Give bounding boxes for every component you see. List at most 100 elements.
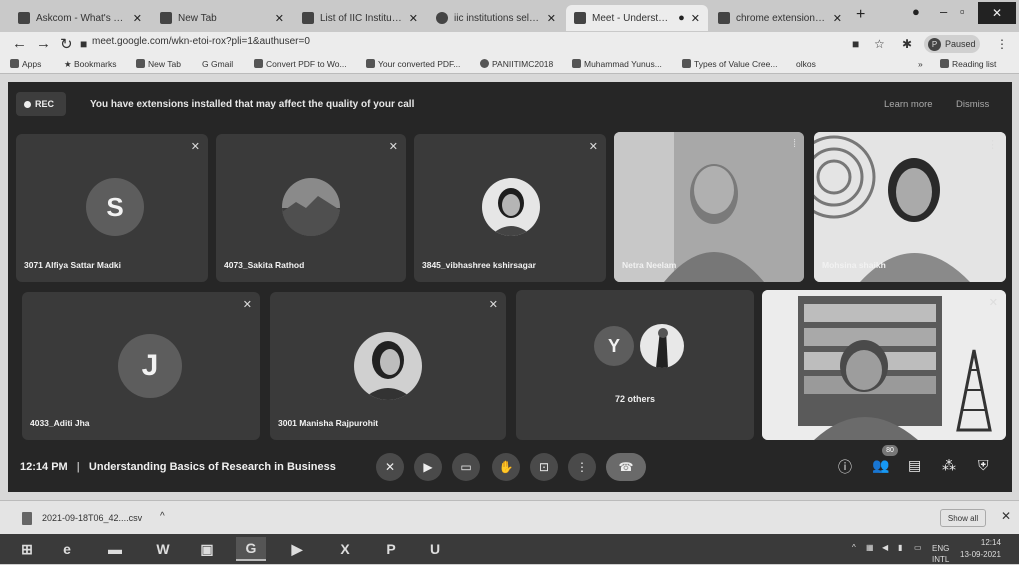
info-icon[interactable]: ⓘ: [838, 457, 852, 477]
windows-start-icon[interactable]: ⊞: [12, 537, 42, 561]
tab-askcom[interactable]: Askcom - What's Your ✕: [10, 5, 150, 31]
file-icon: [22, 512, 32, 525]
bookmark-value-cree[interactable]: Types of Value Cree...: [682, 59, 777, 69]
avatar: [640, 324, 684, 368]
close-icon[interactable]: ✕: [275, 12, 284, 25]
globe-icon: [480, 59, 489, 68]
menu-icon[interactable]: ⋮: [996, 37, 1008, 51]
window-close-icon[interactable]: ✕: [978, 2, 1016, 24]
participant-tile[interactable]: ⋮ Mohsina shaikh: [814, 132, 1006, 282]
tab-chrome-extension[interactable]: chrome extension//ac ✕: [710, 5, 850, 31]
close-icon[interactable]: ✕: [547, 12, 556, 25]
bookmark-paniitimc[interactable]: PANIITIMC2018: [480, 59, 553, 69]
back-icon[interactable]: ←: [12, 35, 27, 52]
participant-tile[interactable]: ✕ 4073_Sakita Rathod: [216, 134, 406, 282]
maximize-icon[interactable]: ▫: [960, 4, 965, 19]
raise-hand-button[interactable]: ✋: [492, 453, 520, 481]
dismiss-button[interactable]: Dismiss: [956, 99, 989, 110]
minimize-icon[interactable]: –: [940, 4, 947, 19]
reading-list[interactable]: Reading list: [940, 59, 996, 69]
chat-icon[interactable]: ▤: [908, 457, 921, 474]
extensions-icon[interactable]: ✱: [902, 37, 912, 51]
participant-tile[interactable]: ⁞ Netra Neelam: [614, 132, 804, 282]
activities-icon[interactable]: ⁂: [942, 457, 956, 474]
file-explorer-icon[interactable]: ▬: [100, 537, 130, 561]
store-icon[interactable]: ▣: [192, 537, 222, 561]
tab-meet[interactable]: Meet - Understanding ● ✕: [566, 5, 708, 31]
action-center-icon[interactable]: ▭: [914, 543, 922, 552]
powerpoint-icon[interactable]: P: [376, 537, 406, 561]
language-indicator[interactable]: ENG INTL: [932, 543, 949, 565]
word-icon[interactable]: W: [148, 537, 178, 561]
chevron-up-icon[interactable]: ^: [160, 511, 165, 522]
more-icon: ⋮: [576, 460, 588, 474]
camera-toggle-button[interactable]: ▶: [414, 453, 442, 481]
forward-icon[interactable]: →: [36, 35, 51, 52]
tab-iic-list[interactable]: List of IIC Institutions ✕: [294, 5, 426, 31]
close-icon[interactable]: ✕: [833, 12, 842, 25]
participant-tile[interactable]: ✕ S 3071 Alfiya Sattar Madki: [16, 134, 208, 282]
mic-toggle-button[interactable]: ✕: [376, 453, 404, 481]
system-clock[interactable]: 12:14 13-09-2021: [960, 537, 1001, 561]
tab-new-tab[interactable]: New Tab ✕: [152, 5, 292, 31]
more-options-button[interactable]: ⋮: [568, 453, 596, 481]
bookmark-gmail[interactable]: G Gmail: [202, 59, 233, 69]
participant-tile[interactable]: ✕ J 4033_Aditi Jha: [22, 292, 260, 440]
close-icon[interactable]: ✕: [691, 12, 700, 25]
others-count: 72 others: [614, 394, 656, 404]
participant-tile[interactable]: ✕ 3845_vibhashree kshirsagar: [414, 134, 606, 282]
tab-strip: Askcom - What's Your ✕ New Tab ✕ List of…: [0, 0, 1019, 32]
signal-icon[interactable]: ▮: [898, 543, 902, 552]
presenter-tile[interactable]: ✕: [762, 290, 1006, 440]
camera-icon[interactable]: ■: [852, 37, 859, 51]
mic-off-icon: ✕: [242, 299, 252, 311]
bookmark-bookmarks[interactable]: ★ Bookmarks: [64, 59, 117, 70]
address-bar[interactable]: meet.google.com/wkn-etoi-rox?pli=1&authu…: [92, 36, 310, 47]
bookmark-apps[interactable]: Apps: [10, 59, 41, 69]
bookmark-olkos[interactable]: olkos: [796, 59, 816, 69]
profile-button[interactable]: P Paused: [924, 35, 980, 53]
show-all-button[interactable]: Show all: [940, 509, 986, 527]
lock-icon: ■: [80, 37, 88, 51]
people-icon[interactable]: 👥: [872, 457, 889, 474]
profile-status: Paused: [945, 39, 976, 49]
leave-call-button[interactable]: ☎: [606, 453, 646, 481]
star-icon[interactable]: ☆: [874, 37, 885, 51]
tab-iic-selected[interactable]: iic institutions selected ✕: [428, 5, 564, 31]
present-button[interactable]: ⊡: [530, 453, 558, 481]
host-controls-icon[interactable]: ⛨: [978, 457, 989, 474]
meeting-info: 12:14 PM | Understanding Basics of Resea…: [20, 461, 336, 473]
participant-tile[interactable]: ✕ 3001 Manisha Rajpurohit: [270, 292, 506, 440]
bookmark-convert-pdf[interactable]: Convert PDF to Wo...: [254, 59, 347, 69]
bookmark-new-tab[interactable]: New Tab: [136, 59, 181, 69]
reload-icon[interactable]: ↻: [60, 35, 73, 53]
chrome-icon[interactable]: G: [236, 537, 266, 561]
learn-more-link[interactable]: Learn more: [884, 99, 933, 110]
download-item[interactable]: 2021-09-18T06_42....csv: [42, 513, 142, 523]
page-icon: [136, 59, 145, 68]
captions-button[interactable]: ▭: [452, 453, 480, 481]
volume-icon[interactable]: ◀: [882, 543, 888, 552]
tray-chevron-icon[interactable]: ^: [852, 543, 856, 552]
close-icon[interactable]: ✕: [133, 12, 142, 25]
new-tab-icon[interactable]: +: [856, 6, 865, 24]
tab-favicon-icon: [18, 12, 30, 24]
chevron-right-icon[interactable]: »: [918, 59, 923, 69]
app-icon[interactable]: U: [420, 537, 450, 561]
bookmark-converted-pdf[interactable]: Your converted PDF...: [366, 59, 460, 69]
close-icon[interactable]: ✕: [409, 12, 418, 25]
avatar: [482, 178, 540, 236]
close-icon[interactable]: ✕: [1001, 509, 1011, 523]
tab-favicon-icon: [160, 12, 172, 24]
captions-icon: ▭: [460, 460, 472, 474]
internet-explorer-icon[interactable]: e: [52, 537, 82, 561]
separator: |: [76, 461, 80, 473]
others-tile[interactable]: Y 72 others: [516, 290, 754, 440]
pin-icon[interactable]: ✕: [989, 296, 998, 309]
account-icon[interactable]: ●: [912, 4, 920, 19]
bookmark-yunus[interactable]: Muhammad Yunus...: [572, 59, 662, 69]
media-player-icon[interactable]: ▶: [282, 537, 312, 561]
excel-icon[interactable]: X: [330, 537, 360, 561]
more-icon[interactable]: ⋮: [987, 138, 998, 151]
network-icon[interactable]: ▦: [866, 543, 874, 552]
